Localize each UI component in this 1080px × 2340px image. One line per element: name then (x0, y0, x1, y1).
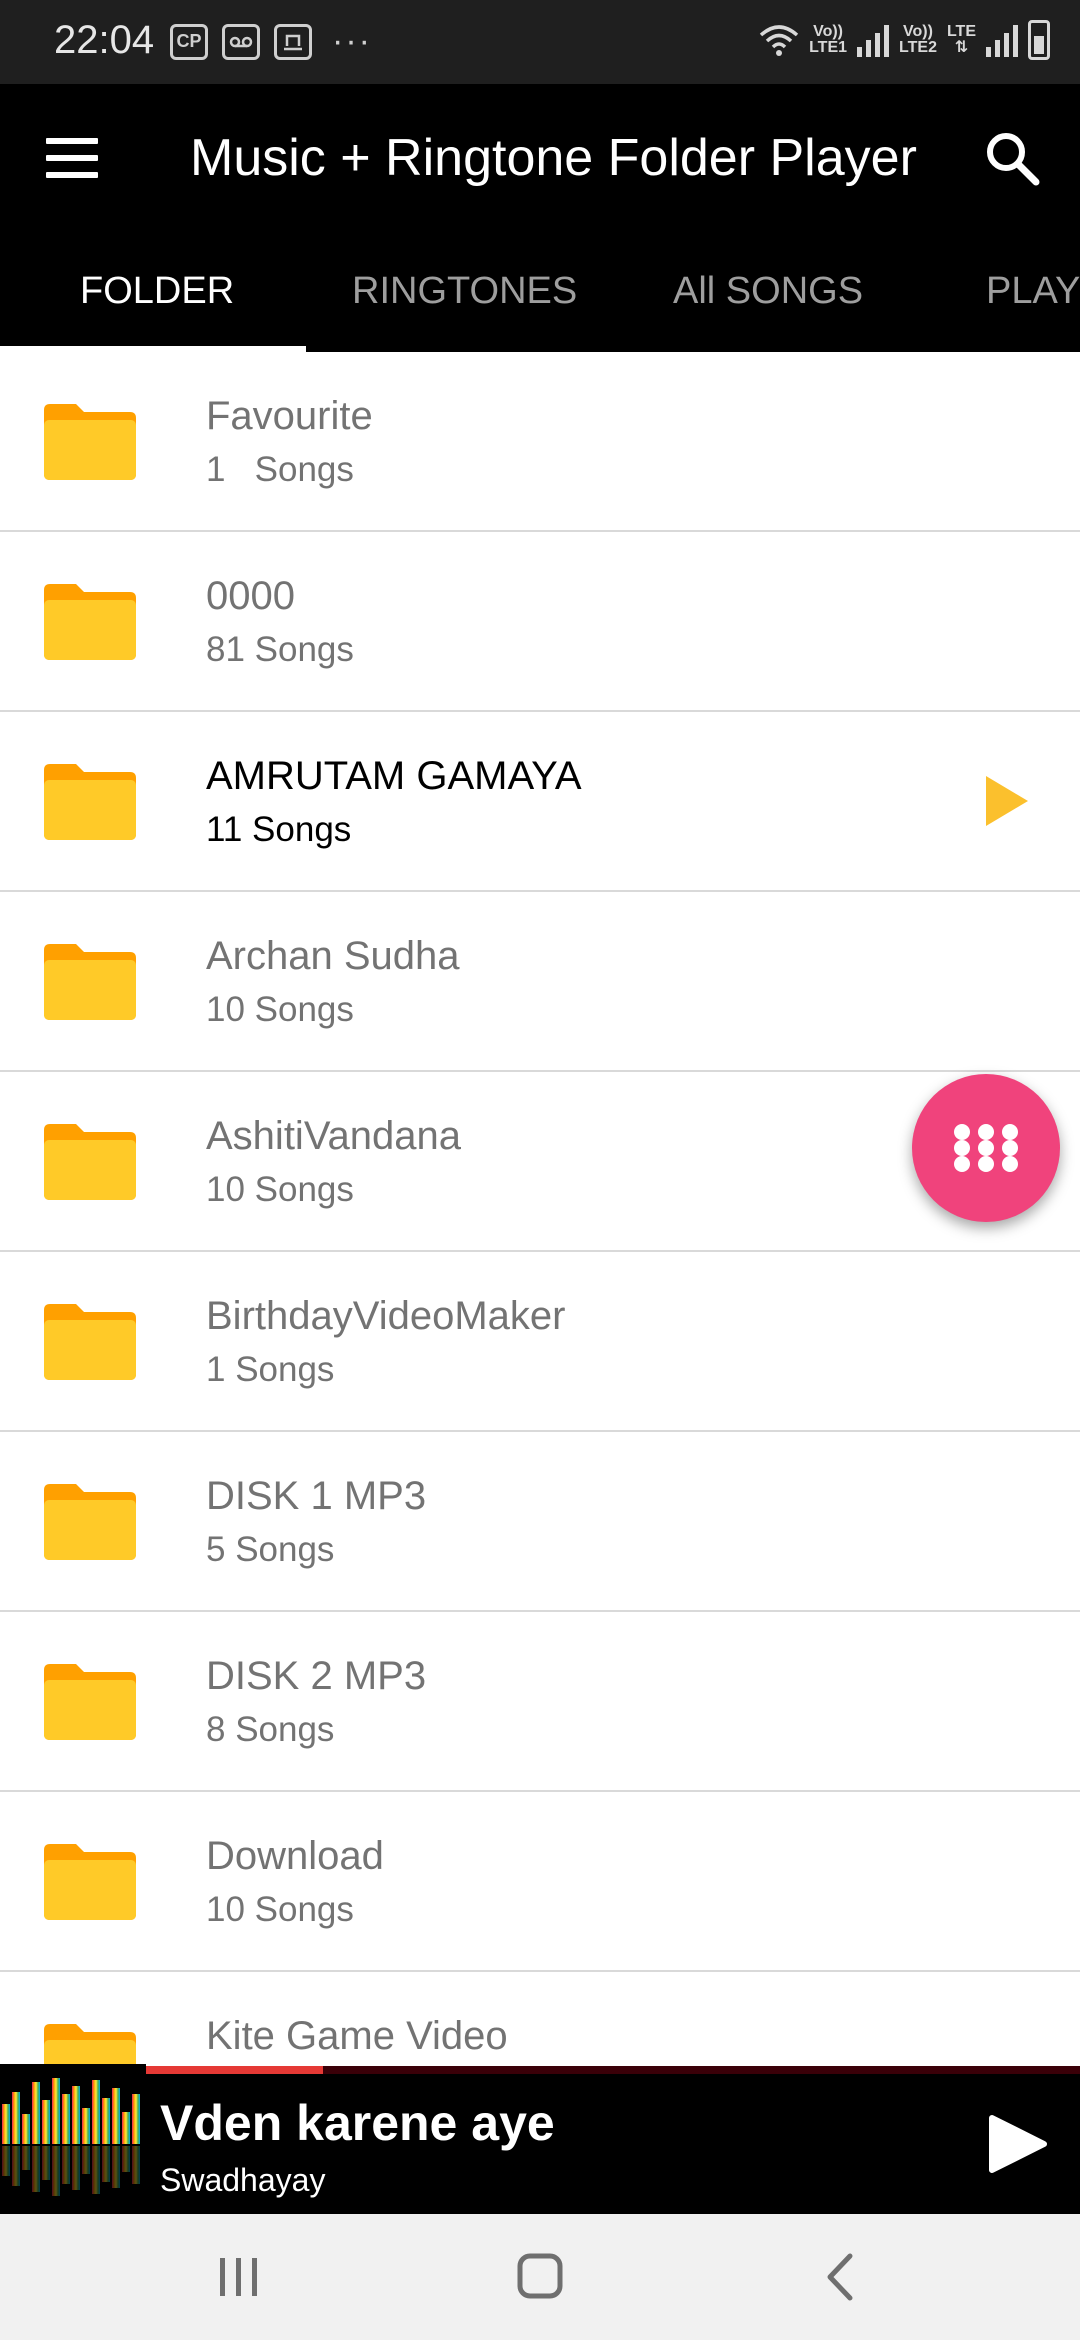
search-icon[interactable] (982, 128, 1042, 188)
folder-icon (44, 944, 136, 1020)
folder-icon (44, 1304, 136, 1380)
folder-icon (44, 1664, 136, 1740)
grid-dots-icon[interactable] (912, 1074, 1060, 1222)
folder-row-amrutam-gamaya[interactable]: AMRUTAM GAMAYA 11 Songs (0, 712, 1080, 892)
back-icon[interactable] (812, 2252, 872, 2302)
signal-sim2-icon (986, 23, 1018, 57)
folder-list: Favourite 1 Songs 0000 81 Songs AMRUTAM … (0, 352, 1080, 2152)
folder-name: DISK 1 MP3 (206, 1474, 427, 1518)
equalizer-art (2, 2078, 140, 2196)
fab-dots (954, 1124, 1018, 1172)
home-icon[interactable] (510, 2252, 570, 2302)
folder-icon (44, 1124, 136, 1200)
more-notifications-icon: ··· (332, 22, 372, 60)
folder-song-count: 10 Songs (206, 1170, 354, 1209)
folder-row-0000[interactable]: 0000 81 Songs (0, 532, 1080, 712)
play-icon[interactable] (988, 2114, 1048, 2174)
folder-icon (44, 404, 136, 480)
sim1-volte-bottom: LTE1 (809, 39, 848, 56)
now-playing-title: Vden karene aye (160, 2095, 555, 2151)
folder-song-count: 1 Songs (206, 450, 354, 489)
folder-name: AshitiVandana (206, 1114, 461, 1158)
folder-song-count: 1 Songs (206, 1350, 335, 1389)
notification-icons: CP ··· (170, 22, 372, 61)
tab-folder[interactable]: FOLDER (80, 270, 234, 313)
tab-all-songs[interactable]: All SONGS (673, 270, 863, 313)
folder-song-count: 8 Songs (206, 1710, 335, 1749)
cloud-upload-icon (274, 23, 312, 60)
playback-progress-fill (146, 2066, 324, 2074)
folder-name: BirthdayVideoMaker (206, 1294, 566, 1338)
status-bar: 22:04 CP ··· Vo)) LTE1 Vo)) LTE2 LTE ⇅ (0, 0, 1080, 84)
folder-song-count: 81 Songs (206, 630, 354, 669)
folder-name: DISK 2 MP3 (206, 1654, 427, 1698)
lte-text: LTE (946, 23, 976, 40)
folder-row-disk-1-mp3[interactable]: DISK 1 MP3 5 Songs (0, 1432, 1080, 1612)
app-bar: Music + Ringtone Folder Player (0, 84, 1080, 236)
hamburger-menu-icon[interactable] (46, 138, 98, 178)
status-time: 22:04 (54, 18, 155, 62)
folder-name: AMRUTAM GAMAYA (206, 754, 582, 798)
folder-name: 0000 (206, 574, 295, 618)
folder-name: Kite Game Video (206, 2014, 508, 2058)
folder-song-count: 11 Songs (206, 810, 352, 849)
sim1-volte-label: Vo)) LTE1 (809, 24, 847, 56)
app-title: Music + Ringtone Folder Player (190, 129, 917, 187)
folder-name: Favourite (206, 394, 373, 438)
folder-song-count: 10 Songs (206, 1890, 354, 1929)
now-playing-artist: Swadhayay (160, 2162, 326, 2198)
cp-icon: CP (170, 23, 208, 60)
lte-label: LTE ⇅ (947, 24, 976, 56)
recents-icon[interactable] (208, 2252, 268, 2302)
folder-icon (44, 764, 136, 840)
system-nav-bar (0, 2214, 1080, 2340)
folder-name: Download (206, 1834, 384, 1878)
folder-row-birthdayvideomaker[interactable]: BirthdayVideoMaker 1 Songs (0, 1252, 1080, 1432)
battery-icon (1028, 20, 1050, 60)
sim1-volte-top: Vo)) (813, 23, 844, 40)
data-arrows-icon: ⇅ (954, 39, 969, 56)
folder-row-archan-sudha[interactable]: Archan Sudha 10 Songs (0, 892, 1080, 1072)
sim2-volte-top: Vo)) (903, 23, 933, 40)
folder-icon (44, 1484, 136, 1560)
tab-ringtones[interactable]: RINGTONES (352, 270, 577, 313)
playback-progress-bar[interactable] (146, 2066, 1080, 2074)
folder-row-download[interactable]: Download 10 Songs (0, 1792, 1080, 1972)
system-icons: Vo)) LTE1 Vo)) LTE2 LTE ⇅ (759, 20, 1050, 60)
folder-row-disk-2-mp3[interactable]: DISK 2 MP3 8 Songs (0, 1612, 1080, 1792)
sim2-volte-bottom: LTE2 (899, 39, 937, 56)
folder-row-favourite[interactable]: Favourite 1 Songs (0, 352, 1080, 532)
folder-icon (44, 584, 136, 660)
folder-name: Archan Sudha (206, 934, 460, 978)
voicemail-icon (222, 23, 260, 60)
signal-sim1-icon (857, 23, 890, 57)
now-playing-indicator-icon (986, 776, 1028, 826)
folder-icon (44, 1844, 136, 1920)
tab-playlist[interactable]: PLAY (986, 270, 1080, 313)
folder-song-count: 5 Songs (206, 1530, 335, 1569)
folder-song-count: 10 Songs (206, 990, 354, 1029)
wifi-icon (759, 25, 799, 56)
tab-bar: FOLDER RINGTONES All SONGS PLAY (0, 236, 1080, 352)
now-playing-bar[interactable]: Vden karene aye Swadhayay (0, 2064, 1080, 2214)
album-art-equalizer[interactable] (0, 2064, 146, 2214)
sim2-volte-label: Vo)) LTE2 (899, 24, 937, 56)
